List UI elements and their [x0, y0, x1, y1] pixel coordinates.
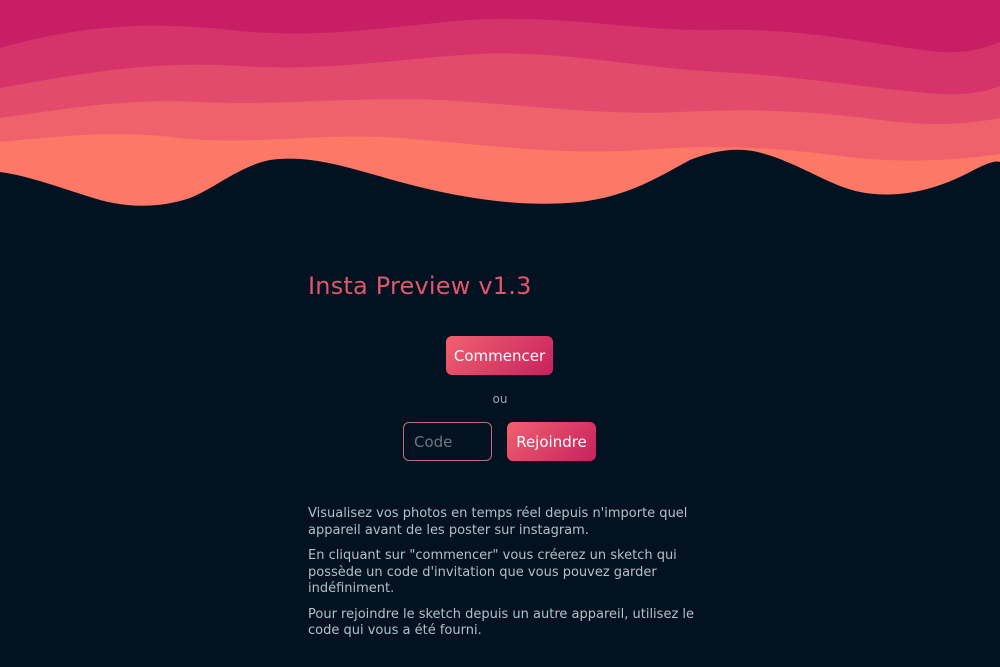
- join-button[interactable]: Rejoindre: [507, 422, 596, 461]
- description-paragraph-2: En cliquant sur "commencer" vous créerez…: [308, 548, 677, 596]
- landing-page: Insta Preview v1.3 Commencer ou Rejoindr…: [0, 0, 1000, 667]
- header-waves: [0, 0, 1000, 215]
- app-title: Insta Preview v1.3: [308, 272, 532, 300]
- description-paragraph-3: Pour rejoindre le sketch depuis un autre…: [308, 606, 695, 639]
- code-input[interactable]: [403, 422, 492, 461]
- description-block: Visualisez vos photos en temps réel depu…: [308, 506, 698, 649]
- description-paragraph-1: Visualisez vos photos en temps réel depu…: [308, 506, 688, 538]
- start-button[interactable]: Commencer: [446, 336, 553, 375]
- or-separator: ou: [492, 392, 508, 406]
